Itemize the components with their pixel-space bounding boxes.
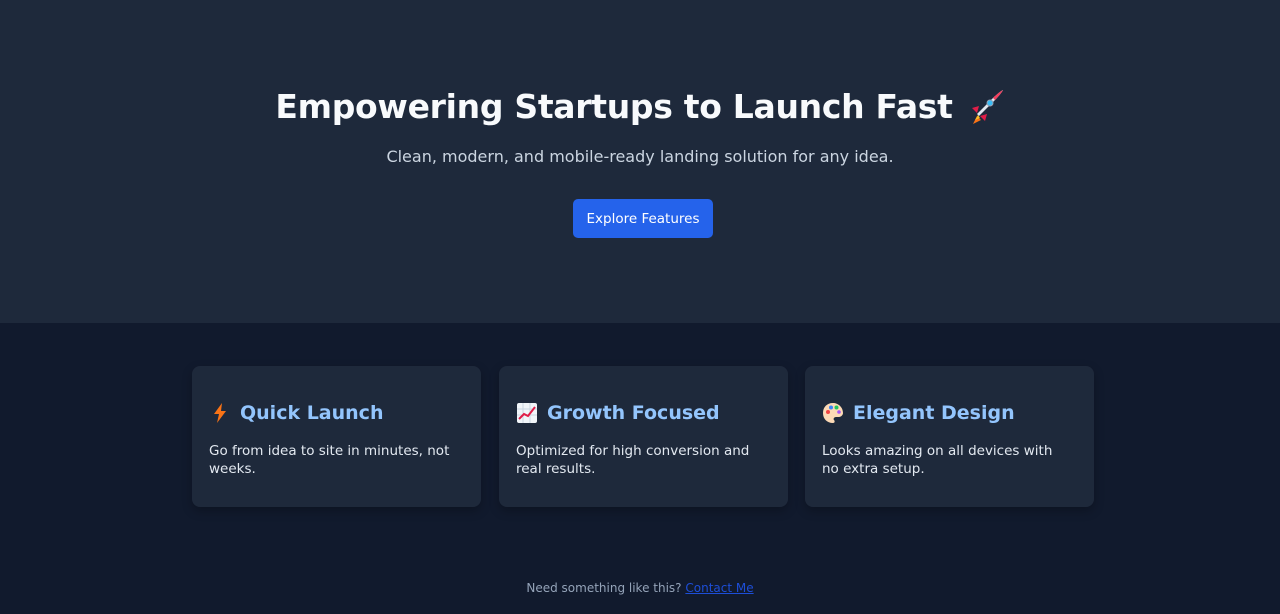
lightning-icon xyxy=(209,402,231,424)
contact-me-link[interactable]: Contact Me xyxy=(685,581,753,595)
feature-card-header: Growth Focused xyxy=(516,400,720,426)
hero-title-row: Empowering Startups to Launch Fast xyxy=(0,84,1280,130)
features-section: Quick Launch Go from idea to site in min… xyxy=(0,323,1280,614)
feature-description: Looks amazing on all devices with no ext… xyxy=(822,443,1053,477)
hero-section: Empowering Startups to Launch Fast Clean… xyxy=(0,0,1280,323)
footer-text: Need something like this? xyxy=(526,581,682,595)
feature-description: Optimized for high conversion and real r… xyxy=(516,443,750,477)
feature-card-header: Quick Launch xyxy=(209,400,383,426)
footer: Need something like this? Contact Me xyxy=(0,579,1280,597)
hero-title: Empowering Startups to Launch Fast xyxy=(275,87,953,126)
feature-title: Growth Focused xyxy=(547,402,720,424)
feature-card-growth-focused: Growth Focused Optimized for high conver… xyxy=(499,366,788,507)
chart-increasing-icon xyxy=(516,402,538,424)
feature-title: Elegant Design xyxy=(853,402,1015,424)
feature-card-quick-launch: Quick Launch Go from idea to site in min… xyxy=(192,366,481,507)
explore-features-button[interactable]: Explore Features xyxy=(573,199,713,238)
feature-description: Go from idea to site in minutes, not wee… xyxy=(209,443,450,477)
palette-icon xyxy=(822,402,844,424)
feature-title: Quick Launch xyxy=(240,402,384,424)
rocket-icon xyxy=(967,88,1005,126)
hero-subtitle: Clean, modern, and mobile-ready landing … xyxy=(386,147,894,166)
feature-card-elegant-design: Elegant Design Looks amazing on all devi… xyxy=(805,366,1094,507)
feature-card-header: Elegant Design xyxy=(822,400,1015,426)
